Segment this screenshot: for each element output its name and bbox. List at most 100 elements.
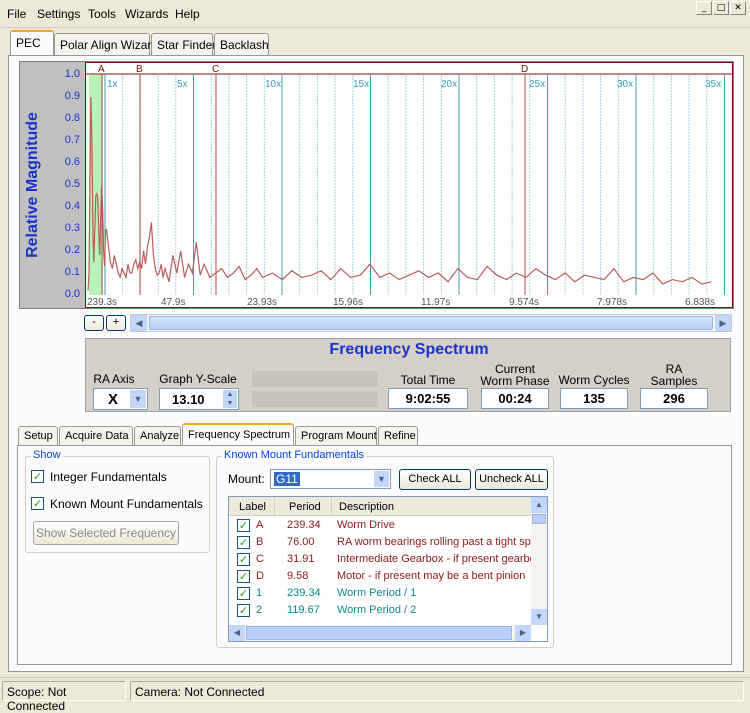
spectrum-info-panel: Frequency Spectrum RA Axis X ▼ Graph Y-S… xyxy=(85,338,731,412)
total-time-value: 9:02:55 xyxy=(388,388,468,409)
zoom-out-button[interactable]: - xyxy=(84,315,104,331)
camera-status: Camera: Not Connected xyxy=(130,681,744,701)
chevron-down-icon[interactable]: ▼ xyxy=(374,471,389,487)
tab-polar-align-wizard[interactable]: Polar Align Wizard xyxy=(54,33,158,55)
grid-rows: ✓ A 239.34 Worm Drive ✓ B 76.00 RA worm bearing… xyxy=(229,517,533,629)
row-period: 9.58 xyxy=(287,570,309,582)
menu-file[interactable]: File xyxy=(7,7,26,21)
harmonic-label: 35x xyxy=(705,79,721,90)
table-row[interactable]: ✓ 1 239.34 Worm Period / 1 xyxy=(229,585,533,602)
y-scale-stepper[interactable]: 13.10 ▲ ▼ xyxy=(159,388,239,410)
row-description: Worm Period / 1 xyxy=(337,587,417,599)
mount-select[interactable]: G11 ▼ xyxy=(270,469,391,489)
marker-label: B xyxy=(136,64,143,75)
scroll-up-icon[interactable]: ▲ xyxy=(531,497,547,513)
zoom-in-button[interactable]: + xyxy=(106,315,126,331)
grid-vscrollbar[interactable]: ▲ ▼ xyxy=(531,497,547,625)
tab-refine[interactable]: Refine xyxy=(378,426,418,445)
worm-cycles-value: 135 xyxy=(560,388,628,409)
check-all-button[interactable]: Check ALL xyxy=(399,469,471,490)
grid-hscroll-thumb[interactable] xyxy=(246,626,512,640)
harmonic-label: 20x xyxy=(441,79,457,90)
table-row[interactable]: ✓ A 239.34 Worm Drive xyxy=(229,517,533,534)
row-checkbox[interactable]: ✓ xyxy=(237,519,250,532)
marker-label: A xyxy=(98,64,105,75)
harmonic-label: 10x xyxy=(265,79,281,90)
chevron-up-icon[interactable]: ▲ xyxy=(223,390,237,399)
marker-label: D xyxy=(521,64,528,75)
harmonic-label: 1x xyxy=(107,79,118,90)
marker-label: C xyxy=(212,64,219,75)
grid-hscrollbar[interactable]: ◀ ▶ xyxy=(229,625,531,641)
fundamentals-grid: Label Period Description ✓ A 239.34 Worm Dr… xyxy=(228,496,548,642)
minimize-button[interactable]: _ xyxy=(696,1,712,15)
x-tick-label: 239.3s xyxy=(87,297,117,308)
mount-label: Mount: xyxy=(228,472,265,486)
harmonic-label: 15x xyxy=(353,79,369,90)
tab-star-finder[interactable]: Star Finder xyxy=(151,33,216,55)
scroll-right-icon[interactable]: ▶ xyxy=(715,315,731,331)
integer-fundamentals-label: Integer Fundamentals xyxy=(50,470,167,484)
row-checkbox[interactable]: ✓ xyxy=(237,553,250,566)
row-checkbox[interactable]: ✓ xyxy=(237,570,250,583)
row-checkbox[interactable]: ✓ xyxy=(237,587,250,600)
row-label: C xyxy=(256,553,264,565)
ra-axis-select[interactable]: X ▼ xyxy=(93,388,148,410)
ra-samples-value: 296 xyxy=(640,388,708,409)
close-button[interactable]: ✕ xyxy=(730,1,746,15)
table-row[interactable]: ✓ C 31.91 Intermediate Gearbox - if present… xyxy=(229,551,533,568)
horizontal-scrollbar[interactable]: ◀ ▶ xyxy=(130,314,732,332)
grid-header: Label Period Description xyxy=(229,497,531,516)
row-checkbox[interactable]: ✓ xyxy=(237,536,250,549)
table-row[interactable]: ✓ 2 119.67 Worm Period / 2 xyxy=(229,602,533,619)
y-axis-title: Relative Magnitude xyxy=(24,112,41,258)
y-tick-label: 0.6 xyxy=(64,156,80,168)
y-tick-label: 0.0 xyxy=(64,288,80,300)
y-tick-label: 0.9 xyxy=(64,90,80,102)
row-checkbox[interactable]: ✓ xyxy=(237,604,250,617)
menu-settings[interactable]: Settings xyxy=(37,7,80,21)
menu-help[interactable]: Help xyxy=(175,7,200,21)
known-fundamentals-label: Known Mount Fundamentals xyxy=(50,497,203,511)
y-tick-label: 0.5 xyxy=(64,178,80,190)
grid-vscroll-thumb[interactable] xyxy=(532,514,546,524)
maximize-button[interactable]: □ xyxy=(713,1,729,15)
table-row[interactable]: ✓ B 76.00 RA worm bearings rolling past a t… xyxy=(229,534,533,551)
header-description: Description xyxy=(339,501,395,513)
row-period: 31.91 xyxy=(287,553,315,565)
y-scale-value: 13.10 xyxy=(172,392,205,407)
scroll-down-icon[interactable]: ▼ xyxy=(531,609,547,625)
tab-frequency-spectrum[interactable]: Frequency Spectrum xyxy=(182,423,294,446)
x-tick-label: 11.97s xyxy=(421,297,450,308)
tab-analyze[interactable]: Analyze xyxy=(134,426,181,445)
integer-fundamentals-checkbox[interactable]: ✓ xyxy=(31,470,44,483)
row-description: Worm Drive xyxy=(337,519,395,531)
menu-tools[interactable]: Tools xyxy=(88,7,116,21)
scroll-left-icon[interactable]: ◀ xyxy=(131,315,147,331)
tab-program-mount[interactable]: Program Mount xyxy=(295,426,377,445)
tab-acquire-data[interactable]: Acquire Data xyxy=(59,426,133,445)
scroll-thumb[interactable] xyxy=(149,316,713,330)
chevron-down-icon[interactable]: ▼ xyxy=(130,390,146,408)
tab-pec[interactable]: PEC xyxy=(10,30,54,55)
x-tick-label: 9.574s xyxy=(509,297,539,308)
worm-cycles-label: Worm Cycles xyxy=(558,373,630,387)
menu-wizards[interactable]: Wizards xyxy=(125,7,168,21)
harmonic-label: 25x xyxy=(529,79,545,90)
scroll-right-icon[interactable]: ▶ xyxy=(515,625,531,641)
tab-setup[interactable]: Setup xyxy=(18,426,58,445)
scroll-left-icon[interactable]: ◀ xyxy=(229,625,245,641)
row-period: 119.67 xyxy=(287,604,320,616)
row-period: 76.00 xyxy=(287,536,315,548)
chevron-down-icon[interactable]: ▼ xyxy=(223,399,237,408)
mount-value: G11 xyxy=(274,472,300,486)
row-label: D xyxy=(256,570,264,582)
uncheck-all-button[interactable]: Uncheck ALL xyxy=(475,469,548,490)
frequency-spectrum-plot: A B C D 1x 5x 10x 15x 20x 25x 30x 35x 239.3s 47.9s 2… xyxy=(85,62,733,308)
known-fundamentals-checkbox[interactable]: ✓ xyxy=(31,497,44,510)
row-period: 239.34 xyxy=(287,587,321,599)
table-row[interactable]: ✓ D 9.58 Motor - if present may be a bent p… xyxy=(229,568,533,585)
harmonic-label: 5x xyxy=(177,79,188,90)
show-selected-frequency-button[interactable]: Show Selected Frequency xyxy=(33,521,179,545)
tab-backlash[interactable]: Backlash xyxy=(214,33,269,55)
